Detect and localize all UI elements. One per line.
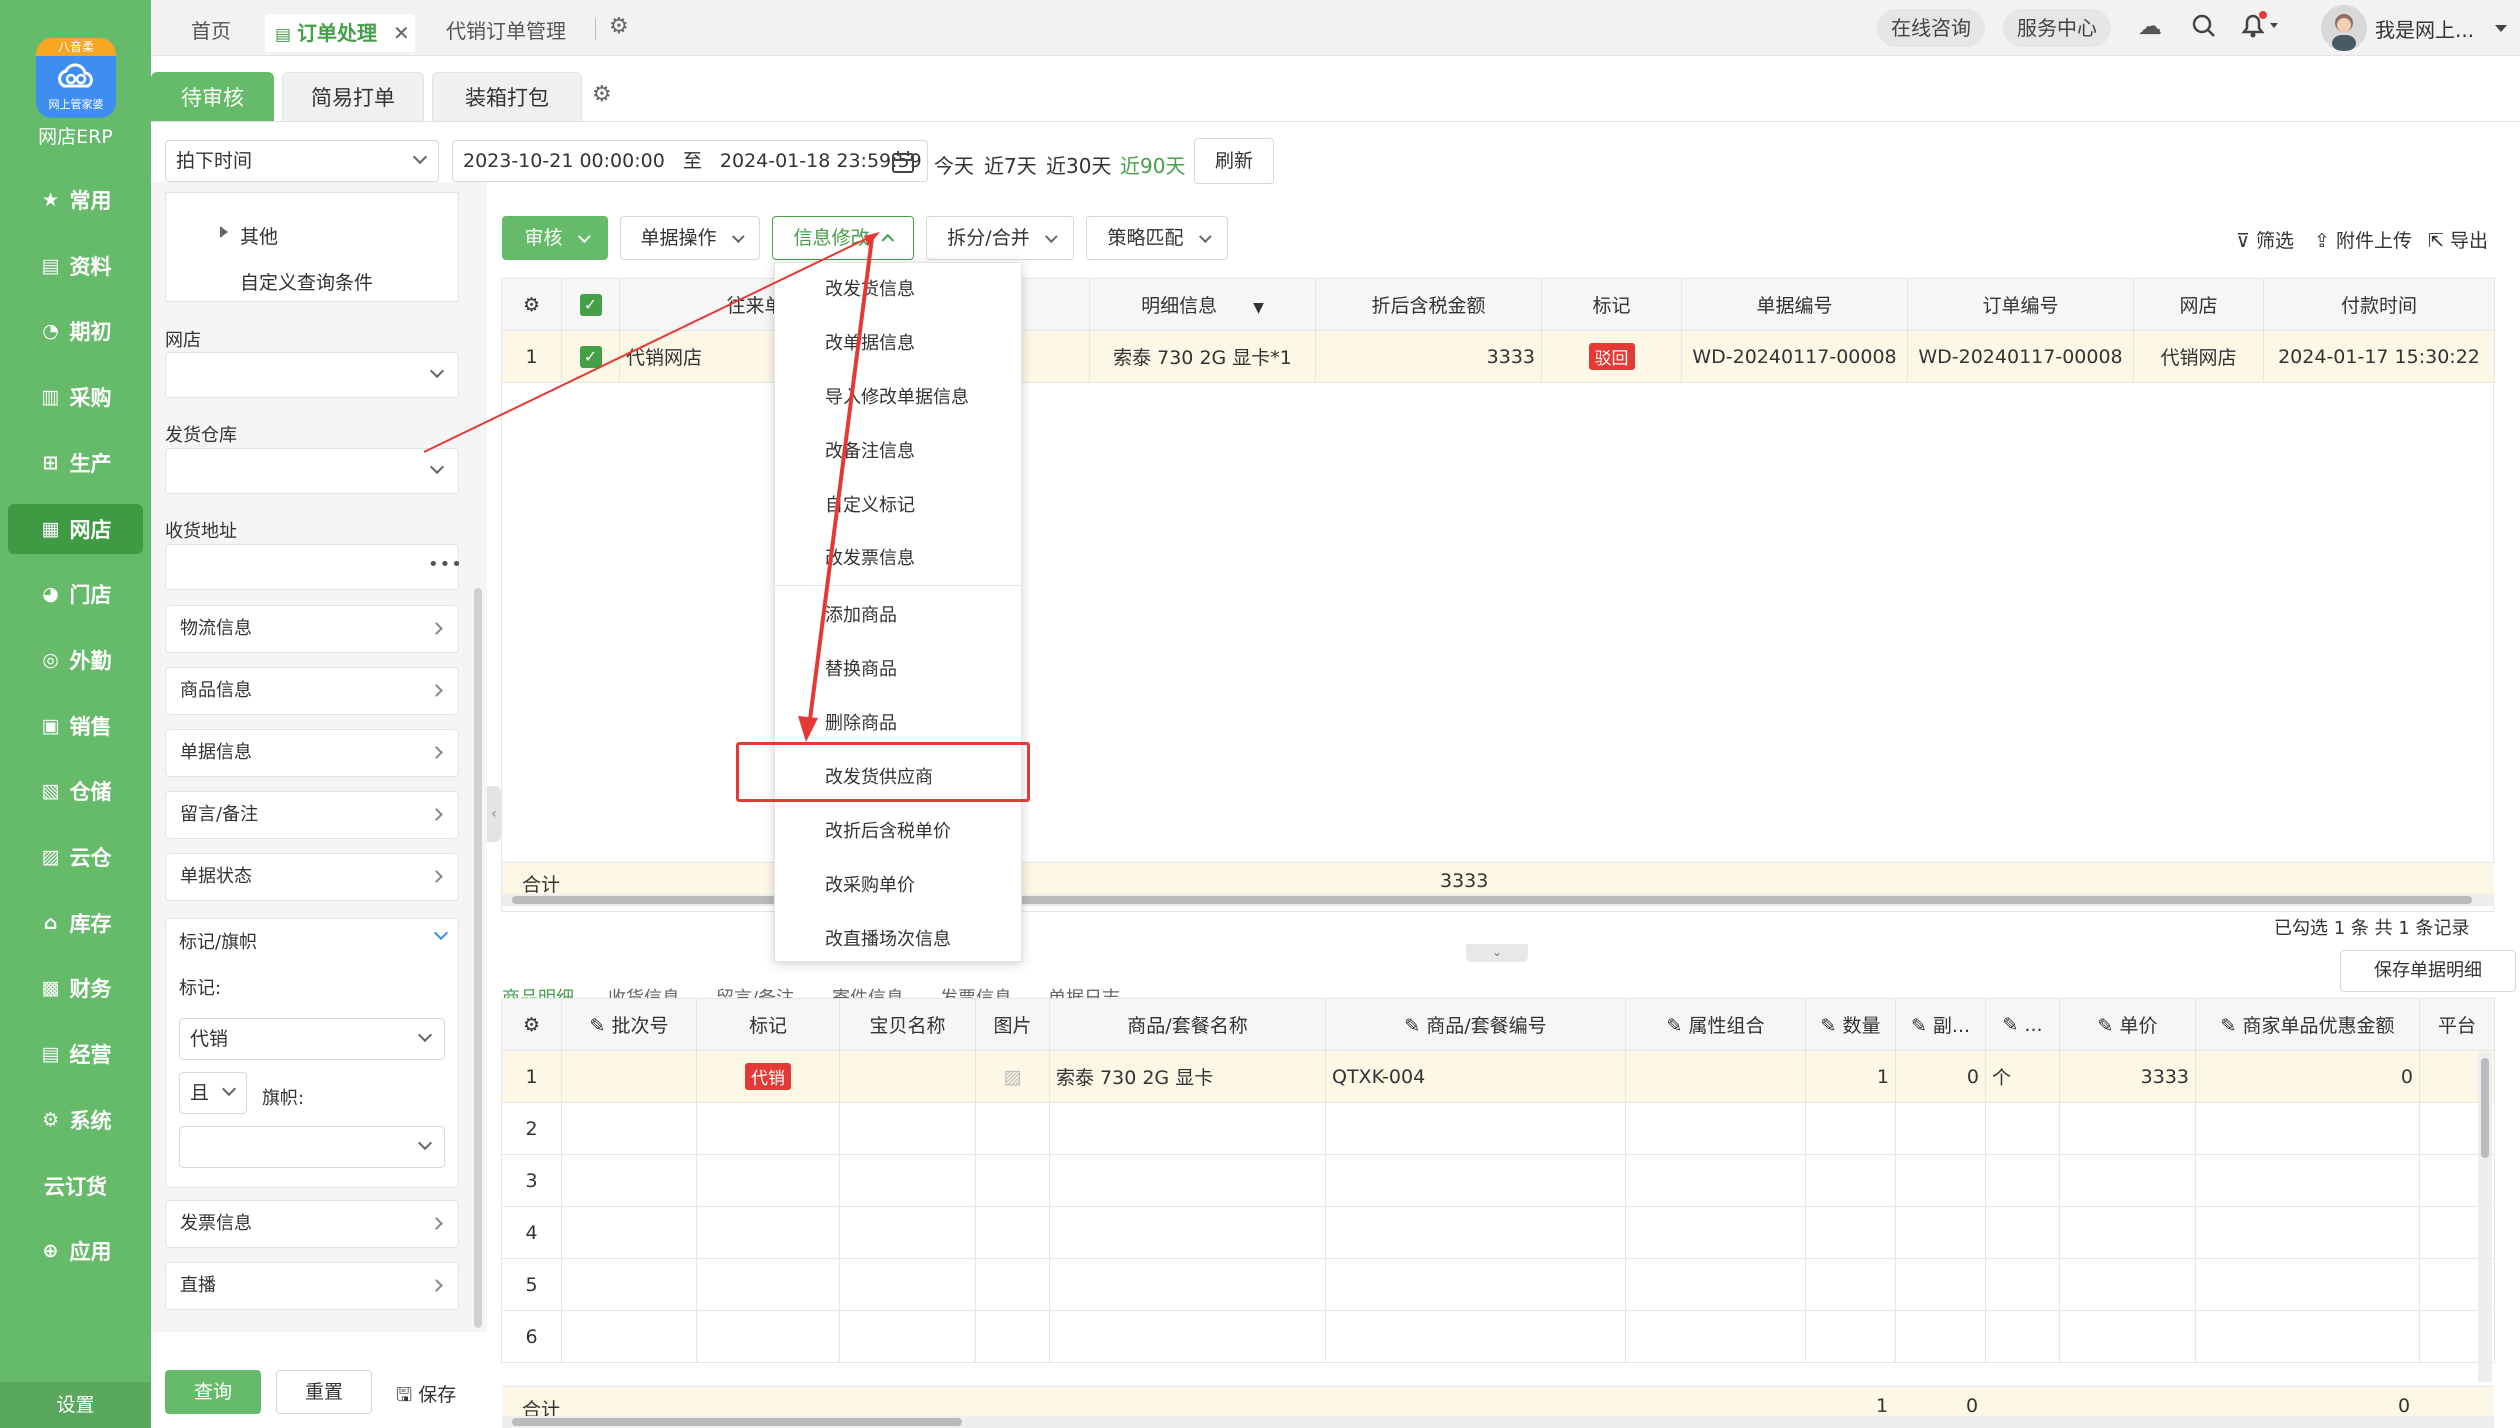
annotation-arrows — [423, 232, 880, 742]
